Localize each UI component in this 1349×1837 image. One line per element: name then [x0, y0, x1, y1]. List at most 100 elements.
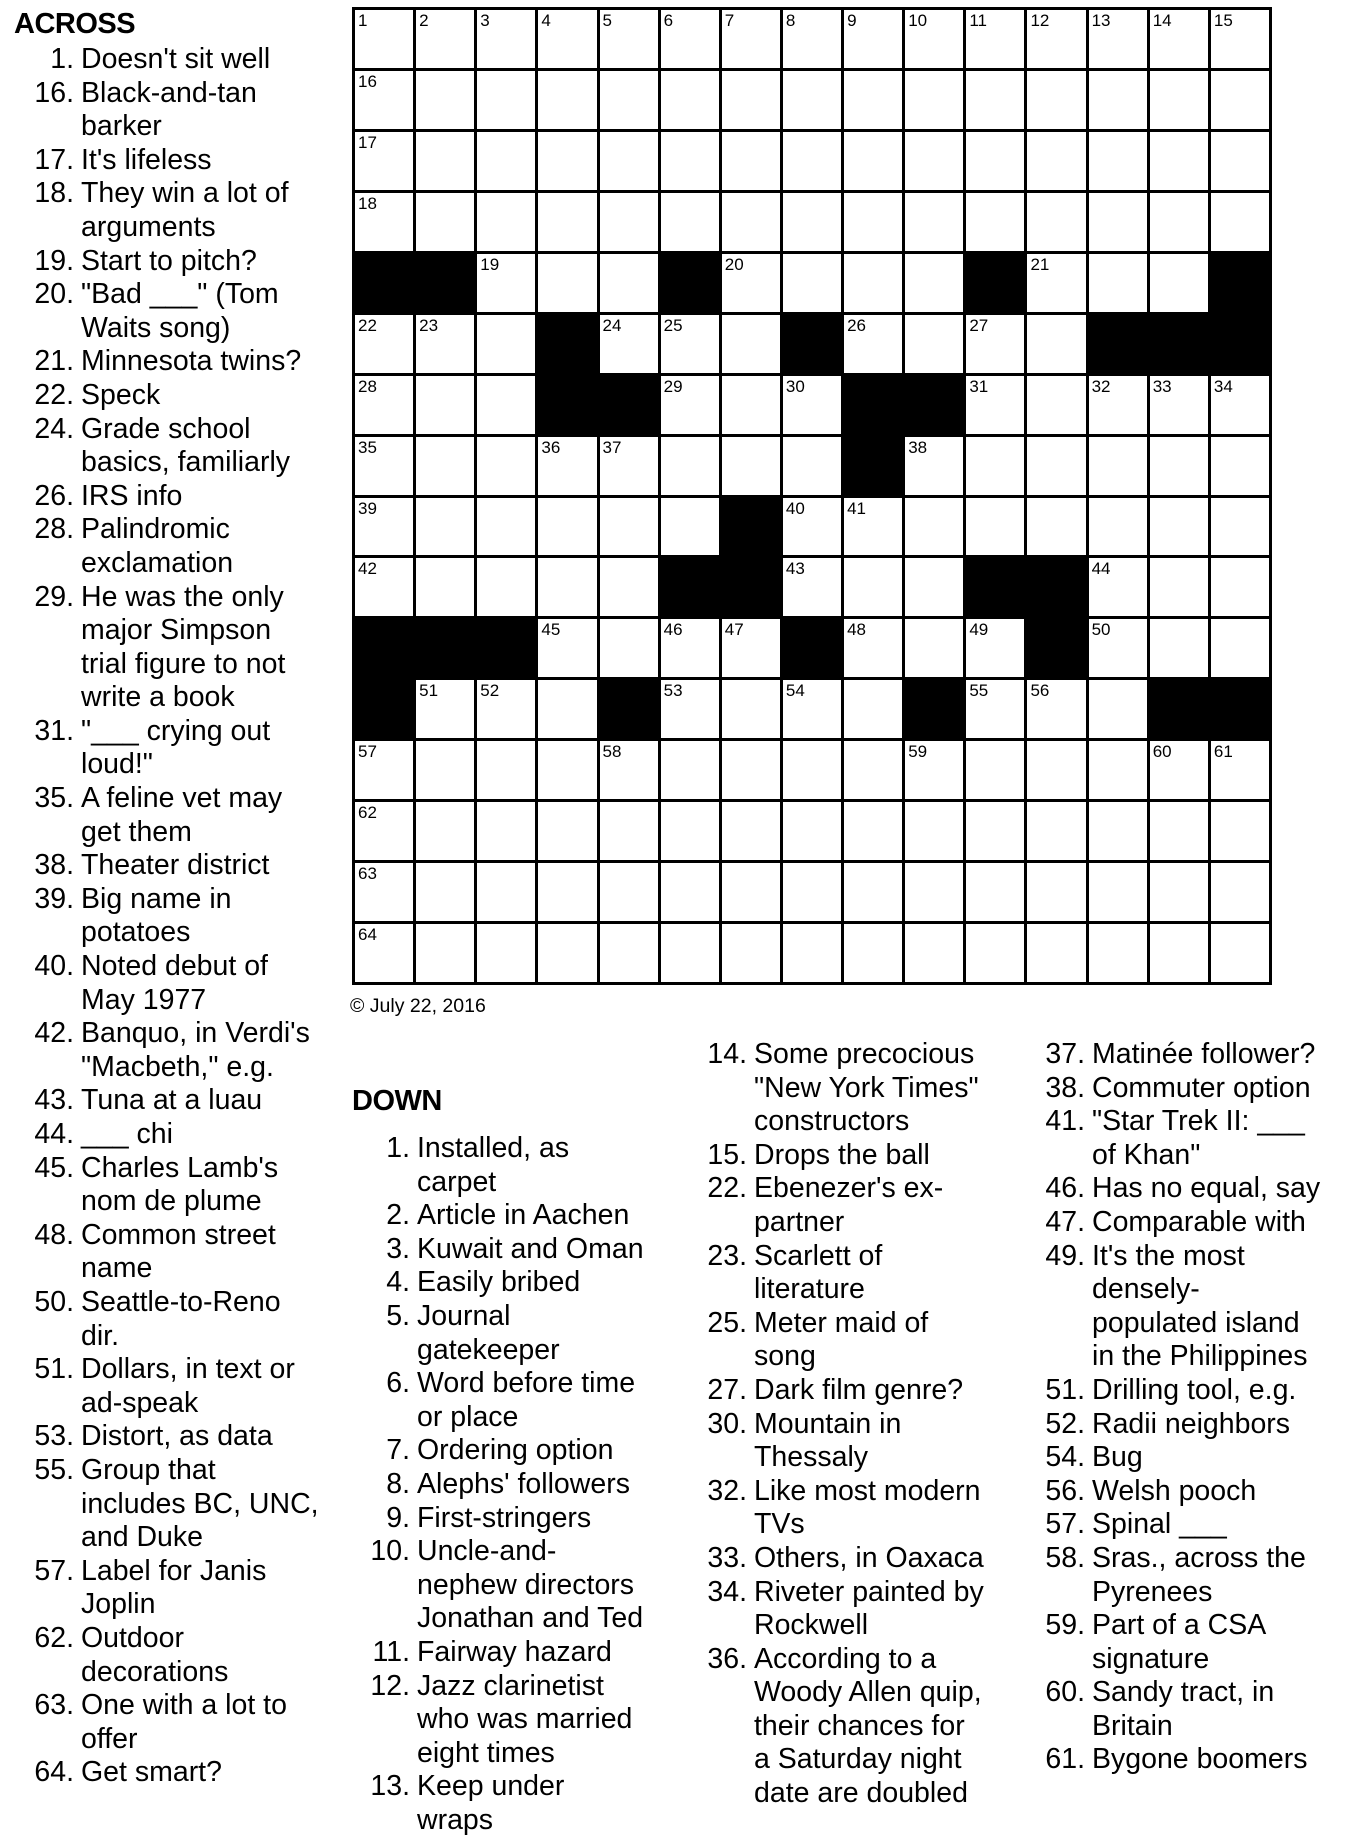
grid-cell[interactable]: 9: [844, 10, 903, 68]
grid-cell[interactable]: [1149, 619, 1208, 678]
grid-cell[interactable]: [416, 924, 475, 982]
grid-cell[interactable]: [966, 436, 1025, 495]
grid-cell[interactable]: [477, 436, 536, 495]
grid-cell[interactable]: [966, 863, 1025, 922]
grid-cell[interactable]: [844, 253, 903, 312]
grid-cell[interactable]: 63: [355, 863, 414, 922]
grid-cell[interactable]: [966, 741, 1025, 800]
grid-cell[interactable]: [721, 802, 780, 861]
grid-cell[interactable]: 2: [416, 10, 475, 68]
grid-cell[interactable]: [1149, 192, 1208, 251]
grid-cell[interactable]: 58: [599, 741, 658, 800]
grid-cell[interactable]: [1027, 70, 1086, 129]
grid-cell[interactable]: [660, 802, 719, 861]
grid-cell[interactable]: [966, 70, 1025, 129]
grid-cell[interactable]: [1088, 680, 1147, 739]
grid-cell[interactable]: 52: [477, 680, 536, 739]
grid-cell[interactable]: [721, 741, 780, 800]
grid-cell[interactable]: [905, 558, 964, 617]
grid-cell[interactable]: [538, 558, 597, 617]
grid-cell[interactable]: 11: [966, 10, 1025, 68]
grid-cell[interactable]: [416, 70, 475, 129]
grid-cell[interactable]: [1210, 924, 1269, 982]
grid-cell[interactable]: [416, 436, 475, 495]
grid-cell[interactable]: [1027, 314, 1086, 373]
grid-cell[interactable]: [782, 436, 842, 495]
grid-cell[interactable]: 37: [599, 436, 658, 495]
grid-cell[interactable]: [1210, 70, 1269, 129]
grid-cell[interactable]: [477, 497, 536, 556]
grid-cell[interactable]: [416, 863, 475, 922]
grid-cell[interactable]: [844, 192, 903, 251]
grid-cell[interactable]: [416, 741, 475, 800]
grid-cell[interactable]: [599, 131, 658, 190]
grid-cell[interactable]: [538, 192, 597, 251]
grid-cell[interactable]: [1149, 558, 1208, 617]
grid-cell[interactable]: [477, 802, 536, 861]
grid-cell[interactable]: [905, 70, 964, 129]
grid-cell[interactable]: [477, 314, 536, 373]
grid-cell[interactable]: 36: [538, 436, 597, 495]
grid-cell[interactable]: [1210, 131, 1269, 190]
grid-cell[interactable]: [844, 802, 903, 861]
grid-cell[interactable]: [1149, 497, 1208, 556]
grid-cell[interactable]: 55: [966, 680, 1025, 739]
grid-cell[interactable]: [782, 131, 842, 190]
grid-cell[interactable]: 15: [1210, 10, 1269, 68]
grid-cell[interactable]: 28: [355, 375, 414, 434]
grid-cell[interactable]: [1210, 619, 1269, 678]
grid-cell[interactable]: [905, 314, 964, 373]
grid-cell[interactable]: [1088, 436, 1147, 495]
grid-cell[interactable]: [1088, 802, 1147, 861]
grid-cell[interactable]: [599, 70, 658, 129]
grid-cell[interactable]: [599, 192, 658, 251]
grid-cell[interactable]: [1210, 558, 1269, 617]
grid-cell[interactable]: [1027, 863, 1086, 922]
grid-cell[interactable]: [599, 924, 658, 982]
grid-cell[interactable]: 61: [1210, 741, 1269, 800]
grid-cell[interactable]: [721, 70, 780, 129]
grid-cell[interactable]: 20: [721, 253, 780, 312]
grid-cell[interactable]: [538, 741, 597, 800]
grid-cell[interactable]: [1149, 436, 1208, 495]
grid-cell[interactable]: 4: [538, 10, 597, 68]
grid-cell[interactable]: [1149, 924, 1208, 982]
grid-cell[interactable]: 57: [355, 741, 414, 800]
grid-cell[interactable]: [905, 131, 964, 190]
grid-cell[interactable]: 32: [1088, 375, 1147, 434]
grid-cell[interactable]: 33: [1149, 375, 1208, 434]
grid-cell[interactable]: [1088, 70, 1147, 129]
grid-cell[interactable]: [1027, 131, 1086, 190]
grid-cell[interactable]: [599, 802, 658, 861]
grid-cell[interactable]: [599, 863, 658, 922]
grid-cell[interactable]: [1088, 863, 1147, 922]
grid-cell[interactable]: [905, 619, 964, 678]
grid-cell[interactable]: [1149, 863, 1208, 922]
grid-cell[interactable]: [721, 680, 780, 739]
grid-cell[interactable]: [844, 70, 903, 129]
grid-cell[interactable]: 7: [721, 10, 780, 68]
grid-cell[interactable]: [477, 70, 536, 129]
grid-cell[interactable]: [1027, 375, 1086, 434]
grid-cell[interactable]: [782, 924, 842, 982]
grid-cell[interactable]: [1027, 741, 1086, 800]
grid-cell[interactable]: 8: [782, 10, 842, 68]
grid-cell[interactable]: [660, 131, 719, 190]
grid-cell[interactable]: [1210, 497, 1269, 556]
grid-cell[interactable]: [538, 131, 597, 190]
grid-cell[interactable]: [782, 192, 842, 251]
grid-cell[interactable]: 45: [538, 619, 597, 678]
grid-cell[interactable]: 1: [355, 10, 414, 68]
grid-cell[interactable]: [721, 314, 780, 373]
grid-cell[interactable]: [477, 863, 536, 922]
grid-cell[interactable]: 19: [477, 253, 536, 312]
grid-cell[interactable]: [782, 741, 842, 800]
grid-cell[interactable]: [905, 924, 964, 982]
grid-cell[interactable]: [905, 863, 964, 922]
grid-cell[interactable]: 50: [1088, 619, 1147, 678]
grid-cell[interactable]: [1149, 253, 1208, 312]
grid-cell[interactable]: [538, 253, 597, 312]
grid-cell[interactable]: [782, 253, 842, 312]
grid-cell[interactable]: [416, 802, 475, 861]
grid-cell[interactable]: 13: [1088, 10, 1147, 68]
